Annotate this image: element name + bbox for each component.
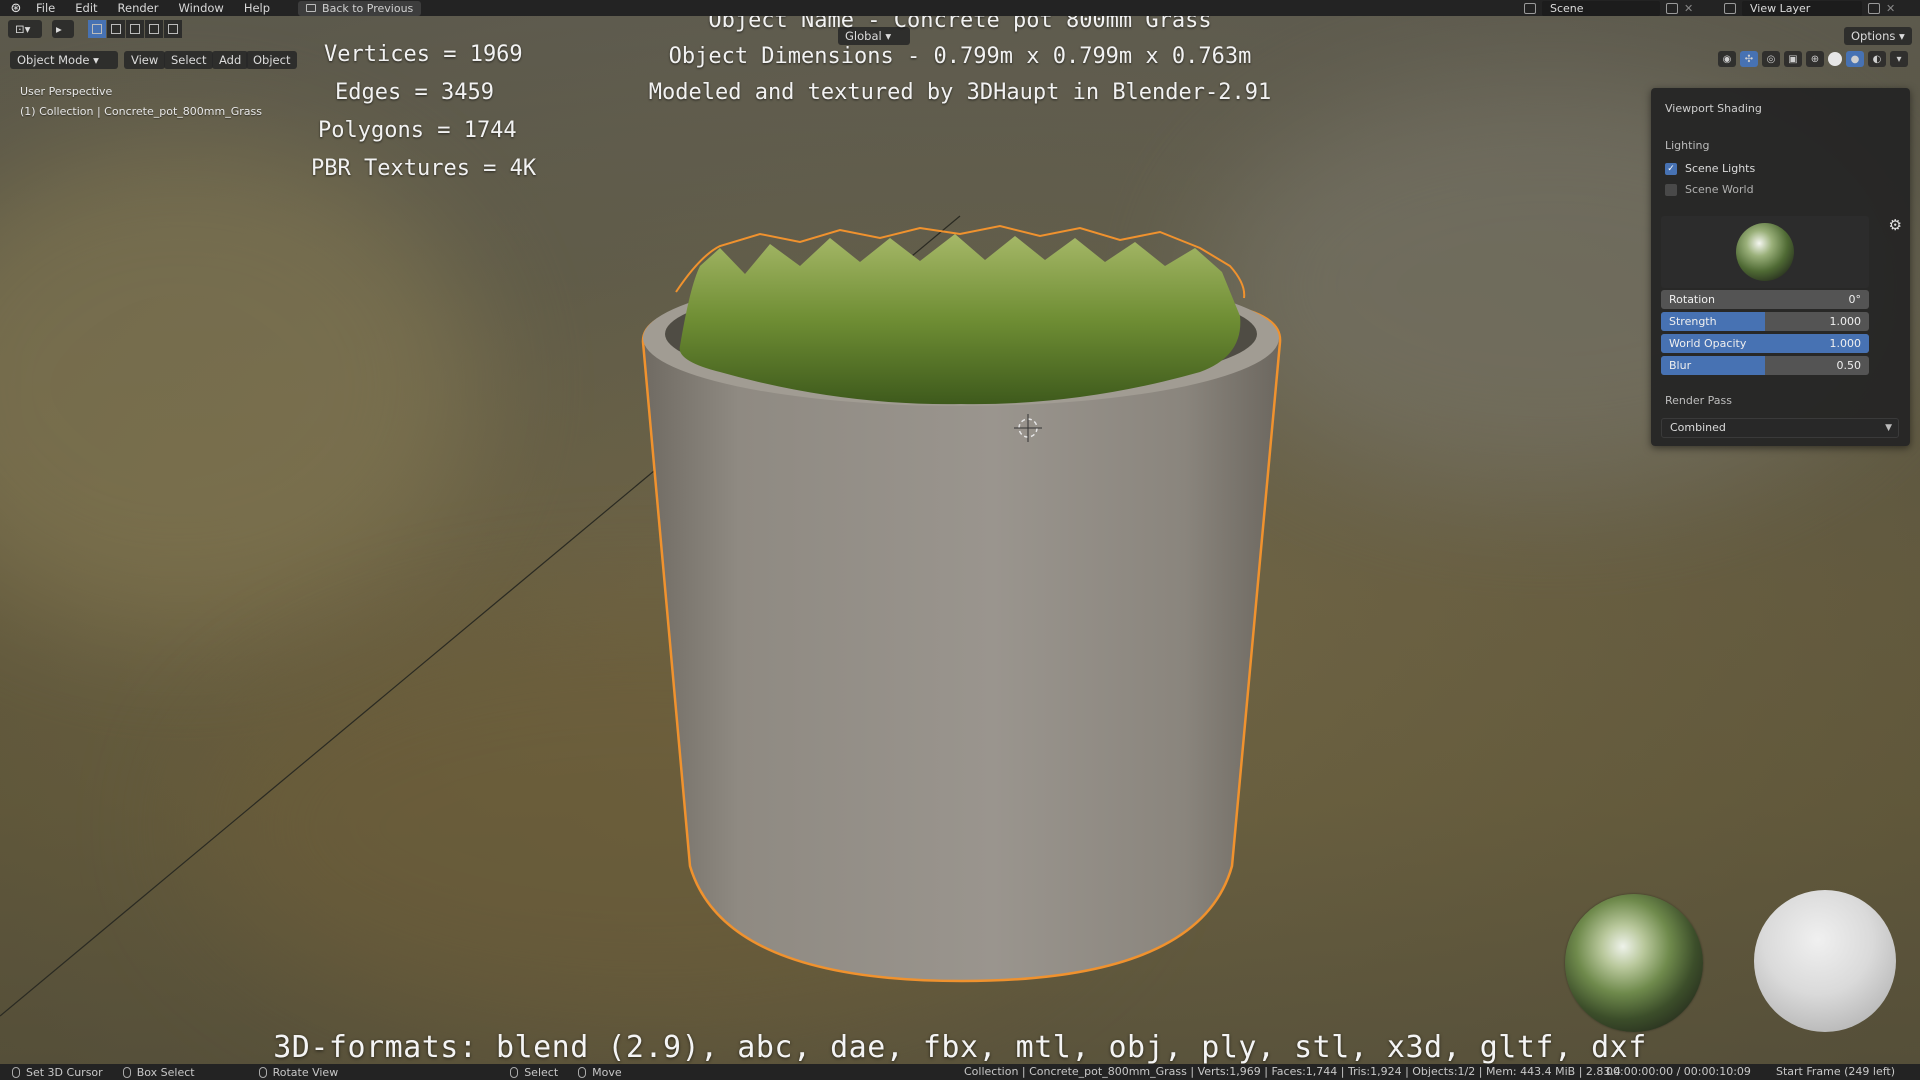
- strength-label: Strength: [1669, 315, 1717, 328]
- diffuse-reference-ball: [1754, 890, 1896, 1032]
- blur-slider[interactable]: Blur 0.50: [1661, 356, 1869, 375]
- mouse-right-drag-icon: [578, 1066, 587, 1078]
- view-layer-icon[interactable]: [1724, 2, 1736, 14]
- menu-window[interactable]: Window: [168, 0, 233, 16]
- object-dimensions-text: Object Dimensions - 0.799m x 0.799m x 0.…: [668, 44, 1252, 69]
- popover-title: Viewport Shading: [1665, 102, 1762, 115]
- hint-box-select-label: Box Select: [136, 1065, 195, 1079]
- world-opacity-value: 1.000: [1829, 337, 1862, 350]
- render-pass-label: Render Pass: [1665, 394, 1732, 407]
- hint-set-cursor-label: Set 3D Cursor: [26, 1065, 103, 1079]
- hint-rotate-view: Rotate View: [258, 1065, 339, 1079]
- scene-selector: Scene ✕: [1524, 0, 1693, 16]
- menu-render[interactable]: Render: [108, 0, 169, 16]
- grass-patch: [679, 234, 1241, 405]
- world-opacity-slider[interactable]: World Opacity 1.000: [1661, 334, 1869, 353]
- screen-icon: [306, 4, 317, 12]
- strength-value: 1.000: [1829, 315, 1862, 328]
- menu-help[interactable]: Help: [234, 0, 280, 16]
- concrete-pot[interactable]: [641, 304, 1282, 983]
- rotation-label: Rotation: [1669, 293, 1716, 306]
- collection-label: (1) Collection | Concrete_pot_800mm_Gras…: [20, 105, 262, 118]
- hint-move: Move: [578, 1066, 622, 1079]
- chevron-down-icon: ▼: [1885, 423, 1892, 433]
- object-name-title: Object Name - Concrete pot 800mm Grass: [708, 16, 1212, 33]
- hint-select: Select: [510, 1066, 558, 1079]
- polygons-stat: Polygons = 1744: [318, 118, 517, 143]
- hint-select-label: Select: [524, 1065, 559, 1079]
- lighting-section-label: Lighting: [1665, 139, 1710, 152]
- render-pass-dropdown[interactable]: Combined ▼: [1661, 418, 1899, 438]
- view-layer-field[interactable]: View Layer: [1742, 0, 1862, 16]
- frame-info: Start Frame (249 left): [1776, 1065, 1896, 1078]
- scene-icon[interactable]: [1524, 2, 1536, 14]
- 3d-viewport[interactable]: ⊡▾ ▸ Object Mode ▾ View Select Add Objec…: [0, 16, 1920, 1064]
- rotation-value: 0°: [1848, 293, 1862, 306]
- hdri-sphere-icon: [1736, 223, 1794, 281]
- checkmark-icon: ✓: [1665, 162, 1677, 175]
- back-to-previous-label: Back to Previous: [322, 1, 414, 15]
- top-menu-bar: ⊛ File Edit Render Window Help Back to P…: [0, 0, 1920, 16]
- hint-rotate-view-label: Rotate View: [272, 1065, 339, 1079]
- scene-name-field[interactable]: Scene: [1542, 0, 1660, 16]
- view-layer-selector: View Layer ✕: [1724, 0, 1895, 16]
- mouse-left-icon: [12, 1066, 20, 1078]
- new-scene-icon[interactable]: [1666, 2, 1678, 14]
- strength-slider[interactable]: Strength 1.000: [1661, 312, 1869, 331]
- hint-move-label: Move: [592, 1065, 622, 1079]
- textures-stat: PBR Textures = 4K: [311, 156, 537, 181]
- formats-text: 3D-formats: blend (2.9), abc, dae, fbx, …: [273, 1030, 1647, 1064]
- new-view-layer-icon[interactable]: [1868, 2, 1880, 14]
- blur-value: 0.50: [1836, 359, 1862, 372]
- scene-statistics: Collection | Concrete_pot_800mm_Grass | …: [964, 1065, 1621, 1078]
- world-opacity-label: World Opacity: [1669, 337, 1747, 350]
- blur-label: Blur: [1669, 359, 1692, 372]
- scene-world-label: Scene World: [1685, 183, 1754, 196]
- timeline-time: 00:00:00:00 / 00:00:10:09: [1606, 1065, 1751, 1078]
- viewport-shading-popover: Viewport Shading Lighting ✓ Scene Lights…: [1651, 88, 1910, 446]
- render-pass-value: Combined: [1670, 421, 1726, 434]
- status-bar: Set 3D Cursor Box Select Rotate View Sel…: [0, 1064, 1920, 1080]
- back-to-previous-button[interactable]: Back to Previous: [298, 0, 422, 16]
- rotation-slider[interactable]: Rotation 0°: [1661, 290, 1869, 309]
- blender-logo-icon[interactable]: ⊛: [6, 0, 26, 16]
- hdri-preview[interactable]: [1661, 216, 1869, 288]
- mouse-right-icon: [510, 1066, 519, 1078]
- gear-icon[interactable]: ⚙: [1889, 216, 1902, 234]
- credit-text: Modeled and textured by 3DHaupt in Blend…: [648, 80, 1272, 105]
- checkbox-icon: [1665, 183, 1677, 196]
- menu-edit[interactable]: Edit: [65, 0, 107, 16]
- delete-view-layer-icon[interactable]: ✕: [1886, 2, 1895, 15]
- scene-world-checkbox[interactable]: Scene World: [1665, 183, 1896, 196]
- scene-lights-label: Scene Lights: [1685, 162, 1756, 175]
- scene-lights-checkbox[interactable]: ✓ Scene Lights: [1665, 162, 1896, 175]
- mouse-drag-icon: [122, 1066, 131, 1078]
- delete-scene-icon[interactable]: ✕: [1684, 2, 1693, 15]
- mouse-middle-icon: [258, 1066, 267, 1078]
- hint-set-cursor: Set 3D Cursor: [12, 1066, 103, 1079]
- hint-box-select: Box Select: [122, 1065, 195, 1079]
- hdri-reflection-ball: [1565, 894, 1703, 1032]
- menu-file[interactable]: File: [26, 0, 65, 16]
